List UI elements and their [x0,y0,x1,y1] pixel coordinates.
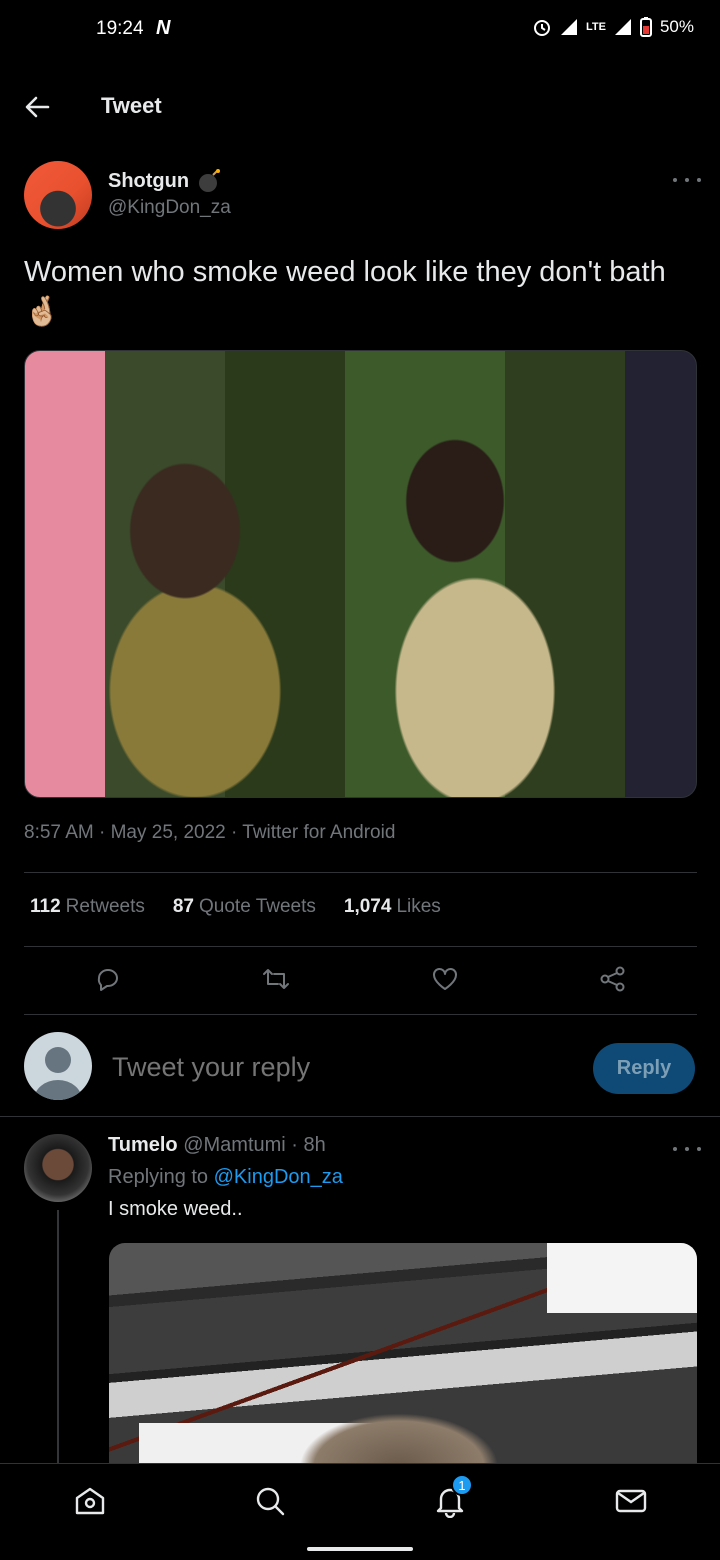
quote-count: 87 [172,896,194,917]
tweet-text: Women who smoke weed look like they don'… [24,256,666,328]
arrow-left-icon[interactable] [22,92,52,122]
tweet-photo[interactable] [24,350,697,798]
divider [24,1014,697,1015]
status-icons: LTE 50% [532,17,694,37]
bottom-nav: 1 [0,1463,720,1560]
battery-icon [639,17,652,37]
retweets-count: 112 [30,896,61,917]
tweet-actions [0,964,720,998]
likes-stat[interactable]: 1,074 Likes [344,896,441,918]
retweet-icon[interactable] [261,964,291,994]
status-time: 19:24 [96,18,144,39]
author-name[interactable]: Shotgun [108,168,223,194]
divider [0,1116,720,1117]
home-indicator[interactable] [307,1547,413,1551]
reply-time: 8h [303,1134,326,1156]
reply-input[interactable] [112,1052,552,1083]
thread-line [57,1210,59,1465]
author-name-text: Shotgun [108,169,190,192]
notification-badge: 1 [451,1474,473,1496]
page-title: Tweet [101,93,162,118]
battery-level: 50% [659,17,694,36]
share-icon[interactable] [598,964,628,994]
likes-count: 1,074 [343,896,392,917]
author-handle[interactable]: @KingDon_za [108,197,231,219]
alarm-icon [534,20,550,36]
bomb-emoji-icon [199,169,221,192]
signal-icon [561,19,577,35]
quote-label: Quote Tweets [199,896,316,917]
user-avatar [24,1032,92,1100]
status-bar: 19:24 N LTE 50% [0,0,720,60]
reply-more-options-icon[interactable] [673,1145,701,1153]
replying-prefix: Replying to [108,1166,209,1188]
reply-button[interactable]: Reply [593,1043,695,1094]
more-options-icon[interactable] [673,176,701,184]
reply-photo[interactable] [109,1243,697,1483]
top-bar: Tweet [0,80,720,136]
reply-author-avatar[interactable] [24,1134,92,1202]
tweet-timestamp: 8:57 AM · May 25, 2022 · Twitter for And… [24,822,396,843]
photo-window [547,1243,697,1313]
tweet-stats: 112 Retweets 87 Quote Tweets 1,074 Likes [30,896,441,918]
search-icon[interactable] [253,1484,287,1518]
reply-header: Tumelo @Mamtumi · 8h [108,1134,326,1157]
messages-icon[interactable] [614,1484,648,1518]
retweets-label: Retweets [65,896,145,917]
home-icon[interactable] [73,1484,107,1518]
retweets-stat[interactable]: 112 Retweets [30,896,145,918]
reply-author-name[interactable]: Tumelo [108,1134,178,1156]
reply-author-handle[interactable]: @Mamtumi [183,1134,286,1156]
separator-dot: · [291,1134,298,1156]
author-avatar[interactable] [24,161,92,229]
divider [24,946,697,947]
quote-tweets-stat[interactable]: 87 Quote Tweets [173,896,316,918]
likes-label: Likes [396,896,441,917]
replying-to-handle[interactable]: @KingDon_za [214,1166,343,1188]
reply-text: I smoke weed.. [108,1198,243,1220]
like-icon[interactable] [430,964,460,994]
network-type: LTE [586,21,606,33]
carrier-logo: N [156,17,171,39]
divider [24,872,697,873]
reply-icon[interactable] [93,964,123,994]
replying-to: Replying to @KingDon_za [108,1166,343,1189]
default-avatar-icon [34,1047,82,1100]
signal-icon-2 [614,19,631,35]
